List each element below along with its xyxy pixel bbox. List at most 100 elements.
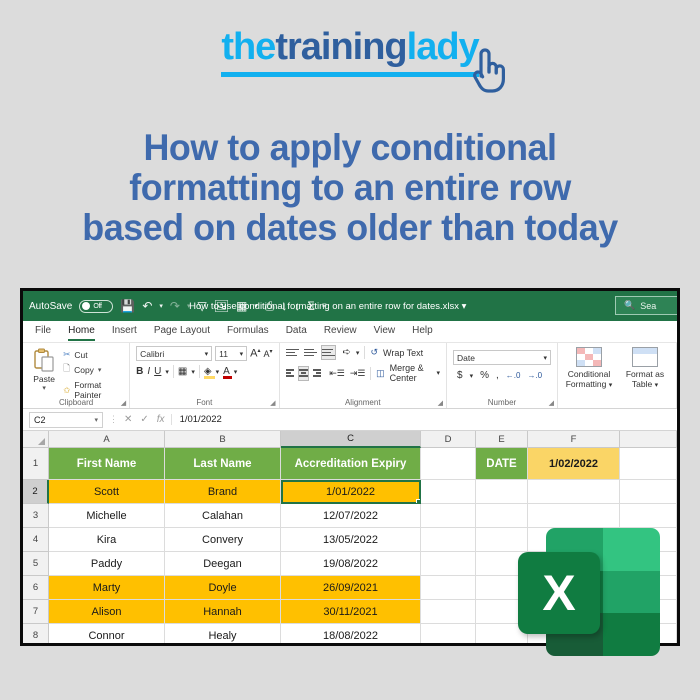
cell-D5[interactable]	[421, 552, 476, 576]
row-header-8[interactable]: 8	[23, 624, 49, 643]
column-header-c[interactable]: C	[281, 431, 421, 448]
increase-indent-icon[interactable]: ⇥☰	[350, 368, 366, 379]
tab-page-layout[interactable]: Page Layout	[154, 325, 210, 338]
wrap-text-label[interactable]: Wrap Text	[383, 348, 423, 358]
underline-button[interactable]: U	[154, 366, 161, 377]
bold-button[interactable]: B	[136, 366, 143, 377]
orientation-icon[interactable]: ➪	[343, 347, 351, 358]
formula-input[interactable]: 1/01/2022	[170, 414, 671, 425]
cell-B1[interactable]: Last Name	[165, 448, 281, 480]
cell-C4[interactable]: 13/05/2022	[281, 528, 421, 552]
cell-B5[interactable]: Deegan	[165, 552, 281, 576]
tab-view[interactable]: View	[374, 325, 396, 338]
currency-dropdown-icon[interactable]: ▾	[470, 372, 474, 380]
autosave-toggle[interactable]: Off	[79, 299, 114, 313]
copy-button[interactable]: 🗋 Copy ▾	[63, 363, 123, 377]
insert-function-icon[interactable]: fx	[157, 414, 165, 425]
format-painter-button[interactable]: ✩ Format Painter	[63, 380, 123, 400]
orientation-dropdown-icon[interactable]: ▾	[356, 349, 360, 357]
column-header-e[interactable]: E	[476, 431, 528, 448]
format-as-table-button[interactable]: Format as Table ▾	[620, 347, 670, 408]
cell-C6[interactable]: 26/09/2021	[281, 576, 421, 600]
select-all-corner[interactable]	[23, 431, 49, 448]
tab-insert[interactable]: Insert	[112, 325, 137, 338]
cell-D4[interactable]	[421, 528, 476, 552]
alignment-dialog-launcher-icon[interactable]: ◢	[438, 399, 443, 407]
cell-B2[interactable]: Brand	[165, 480, 281, 504]
search-box[interactable]: 🔍 Sea	[615, 296, 677, 315]
grow-font-icon[interactable]: A▴	[250, 347, 260, 360]
font-size-combo[interactable]: 11 ▾	[215, 346, 248, 361]
format-as-table-dropdown-icon[interactable]: ▾	[655, 382, 659, 389]
paste-dropdown-icon[interactable]: ▾	[42, 384, 46, 392]
fill-color-icon[interactable]: ◈	[203, 366, 215, 379]
cell-C1[interactable]: Accreditation Expiry	[281, 448, 421, 480]
cell-D1[interactable]	[421, 448, 476, 480]
cell-D3[interactable]	[421, 504, 476, 528]
borders-dropdown-icon[interactable]: ▾	[191, 368, 195, 376]
decrease-indent-icon[interactable]: ⇤☰	[329, 368, 345, 379]
cell-A3[interactable]: Michelle	[49, 504, 165, 528]
column-header-a[interactable]: A	[49, 431, 165, 448]
align-bottom-button[interactable]	[320, 345, 336, 360]
cell-B6[interactable]: Doyle	[165, 576, 281, 600]
column-header-b[interactable]: B	[165, 431, 281, 448]
align-right-button[interactable]	[312, 367, 322, 380]
row-header-6[interactable]: 6	[23, 576, 49, 600]
tab-review[interactable]: Review	[324, 325, 357, 338]
column-header-g[interactable]	[620, 431, 677, 448]
font-color-icon[interactable]: A	[223, 366, 233, 379]
cell-A1[interactable]: First Name	[49, 448, 165, 480]
cancel-icon[interactable]: ✕	[124, 414, 132, 425]
cell-B8[interactable]: Healy	[165, 624, 281, 643]
cell-C3[interactable]: 12/07/2022	[281, 504, 421, 528]
undo-dropdown-icon[interactable]: ▾	[159, 303, 163, 310]
cell-E3[interactable]	[476, 504, 528, 528]
cell-C2[interactable]: 1/01/2022	[281, 480, 421, 504]
cell-C5[interactable]: 19/08/2022	[281, 552, 421, 576]
cell-G3[interactable]	[620, 504, 677, 528]
redo-icon[interactable]: ↷	[170, 300, 180, 312]
conditional-formatting-dropdown-icon[interactable]: ▾	[609, 382, 613, 389]
increase-decimal-icon[interactable]: ←.0	[506, 371, 521, 380]
font-color-dropdown-icon[interactable]: ▾	[234, 368, 238, 376]
document-title-dropdown-icon[interactable]: ▾	[462, 301, 467, 312]
decrease-decimal-icon[interactable]: →.0	[527, 371, 542, 380]
cell-C8[interactable]: 18/08/2022	[281, 624, 421, 643]
column-header-f[interactable]: F	[528, 431, 620, 448]
save-icon[interactable]: 💾	[120, 300, 135, 312]
cell-A4[interactable]: Kira	[49, 528, 165, 552]
align-middle-button[interactable]	[303, 346, 317, 359]
cell-F1[interactable]: 1/02/2022	[528, 448, 620, 480]
align-center-button[interactable]	[298, 365, 309, 381]
cell-G2[interactable]	[620, 480, 677, 504]
cell-B7[interactable]: Hannah	[165, 600, 281, 624]
font-dialog-launcher-icon[interactable]: ◢	[270, 399, 275, 407]
borders-icon[interactable]: ▦	[178, 366, 187, 377]
align-left-button[interactable]	[285, 367, 295, 380]
cell-D2[interactable]	[421, 480, 476, 504]
row-header-5[interactable]: 5	[23, 552, 49, 576]
row-header-1[interactable]: 1	[23, 448, 49, 480]
copy-dropdown-icon[interactable]: ▾	[98, 366, 102, 374]
align-top-button[interactable]	[285, 346, 299, 359]
clipboard-dialog-launcher-icon[interactable]: ◢	[121, 399, 126, 407]
cell-A8[interactable]: Connor	[49, 624, 165, 643]
merge-center-label[interactable]: Merge & Center	[390, 363, 432, 383]
currency-format-icon[interactable]: $	[457, 370, 463, 381]
tab-home[interactable]: Home	[68, 325, 95, 341]
cell-E1[interactable]: DATE	[476, 448, 528, 480]
tab-file[interactable]: File	[35, 325, 51, 338]
row-header-3[interactable]: 3	[23, 504, 49, 528]
cell-B3[interactable]: Calahan	[165, 504, 281, 528]
formula-bar-menu-icon[interactable]: ⋮	[109, 414, 118, 425]
confirm-icon[interactable]: ✓	[140, 414, 148, 425]
tab-help[interactable]: Help	[412, 325, 433, 338]
tab-data[interactable]: Data	[286, 325, 307, 338]
cell-D8[interactable]	[421, 624, 476, 643]
cell-F2[interactable]	[528, 480, 620, 504]
cell-E2[interactable]	[476, 480, 528, 504]
cell-B4[interactable]: Convery	[165, 528, 281, 552]
cell-A2[interactable]: Scott	[49, 480, 165, 504]
row-header-4[interactable]: 4	[23, 528, 49, 552]
